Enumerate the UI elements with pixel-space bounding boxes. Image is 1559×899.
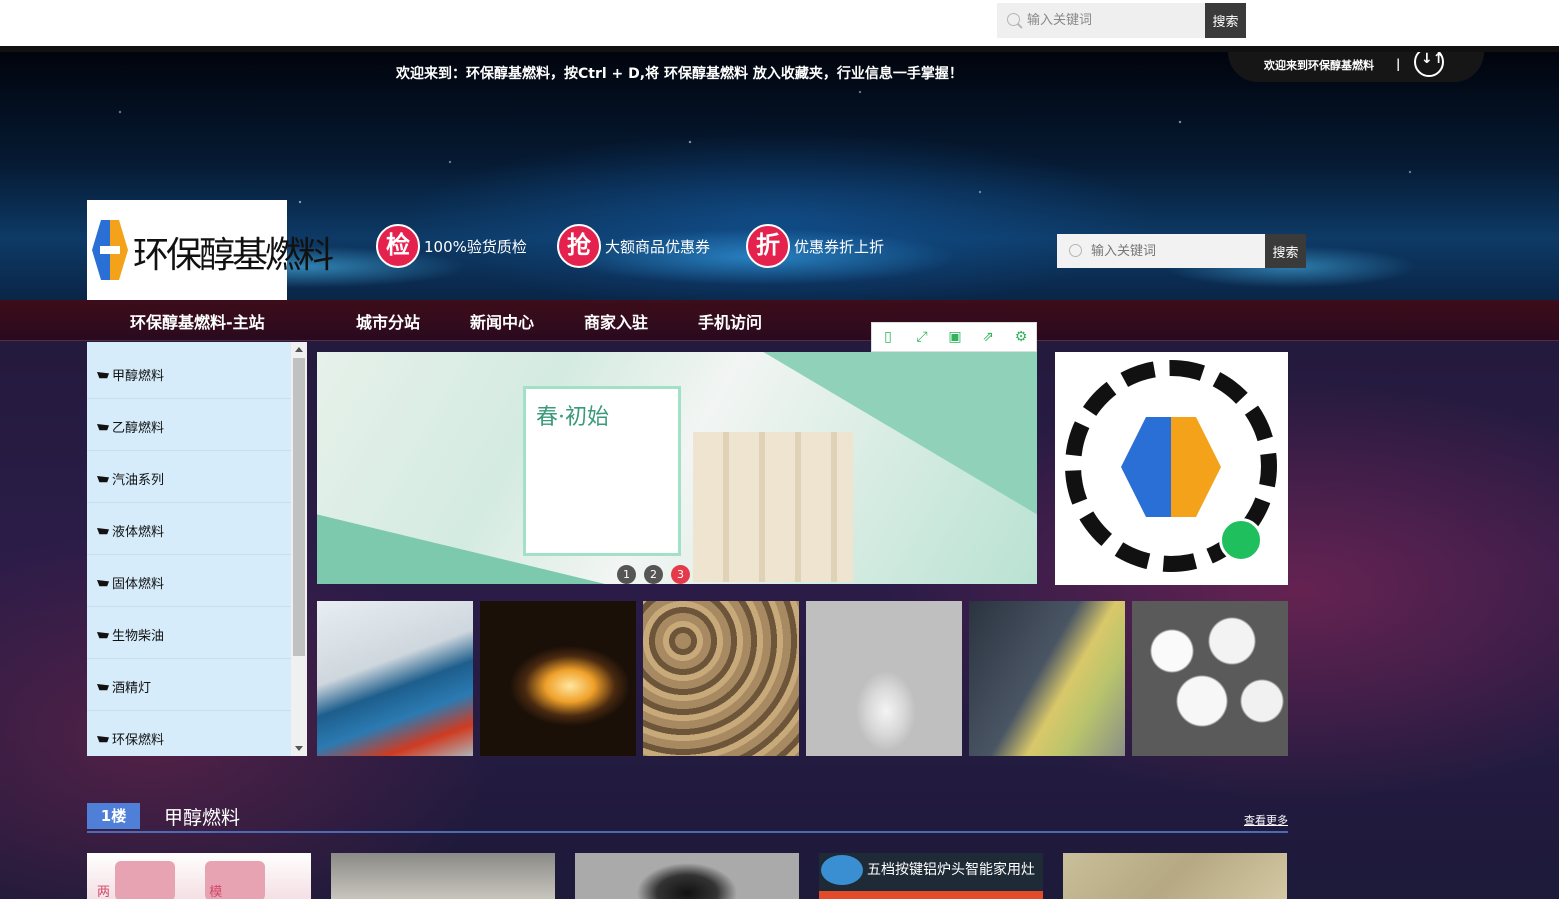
top-bar: 搜索 xyxy=(0,0,1559,46)
sidebar-item-biodiesel[interactable]: 生物柴油 xyxy=(97,625,164,644)
floor-header: 1楼 甲醇燃料 查看更多 xyxy=(87,803,1288,833)
banner-slider[interactable]: 春·初始 123 xyxy=(317,352,1037,584)
header-search-box: 搜索 xyxy=(1057,234,1306,268)
solid-fuel-image[interactable] xyxy=(1132,601,1288,756)
badge-icon: 检 xyxy=(376,224,420,268)
header-search-button[interactable]: 搜索 xyxy=(1265,234,1306,268)
alcohol-lamp-image[interactable] xyxy=(806,601,962,756)
sidebar-item-ethanol[interactable]: 乙醇燃料 xyxy=(97,417,164,436)
product-badge-icon xyxy=(821,855,863,885)
badge-icon: 折 xyxy=(746,224,790,268)
slider-pagination: 123 xyxy=(617,563,698,584)
sidebar-scrollbar[interactable] xyxy=(291,342,307,756)
product-card[interactable] xyxy=(1063,853,1287,899)
welcome-tab-separator: | xyxy=(1396,57,1401,71)
fullscreen-icon[interactable]: ⤢ xyxy=(914,329,930,345)
top-search-box: 搜索 xyxy=(997,3,1246,38)
nav-mobile-access[interactable]: 手机访问 xyxy=(698,309,762,333)
mini-program-icon xyxy=(1219,518,1263,562)
scroll-thumb[interactable] xyxy=(293,358,305,656)
search-icon xyxy=(1069,244,1082,257)
sidebar-item-eco-fuel[interactable]: 环保燃料 xyxy=(97,729,164,748)
cart-icon xyxy=(97,736,109,743)
sidebar-item-solid-fuel[interactable]: 固体燃料 xyxy=(97,573,164,592)
switch-icon[interactable] xyxy=(1414,52,1444,77)
sidebar-item-alcohol-lamp[interactable]: 酒精灯 xyxy=(97,677,151,696)
badge-label: 大额商品优惠券 xyxy=(605,238,711,256)
product-label: 两 模 xyxy=(97,885,223,899)
sidebar-item-methanol[interactable]: 甲醇燃料 xyxy=(97,365,164,384)
welcome-tab-text: 欢迎来到环保醇基燃料 xyxy=(1264,59,1374,72)
badge-icon: 抢 xyxy=(557,224,601,268)
scroll-up-icon[interactable] xyxy=(295,347,303,352)
top-search-button[interactable]: 搜索 xyxy=(1205,3,1246,38)
slider-dot[interactable]: 2 xyxy=(644,565,663,584)
floor-title: 甲醇燃料 xyxy=(164,807,241,829)
view-more-link[interactable]: 查看更多 xyxy=(1244,812,1288,828)
slider-dot-active[interactable]: 3 xyxy=(671,565,690,584)
cart-icon xyxy=(97,684,109,691)
scroll-down-icon[interactable] xyxy=(295,746,303,751)
nav-news-center[interactable]: 新闻中心 xyxy=(470,309,534,333)
site-logo[interactable]: 环保醇基燃料 xyxy=(87,200,334,300)
top-search-input[interactable] xyxy=(1027,3,1202,38)
nav-main-site[interactable]: 环保醇基燃料-主站 xyxy=(130,309,265,333)
floor-number: 1楼 xyxy=(87,803,140,829)
slider-headline: 春·初始 xyxy=(536,405,609,430)
product-card[interactable]: 两 模 xyxy=(87,853,311,899)
cart-icon xyxy=(97,424,109,431)
product-label: 五档按键铝炉头智能家用灶 xyxy=(867,862,1035,878)
cart-icon xyxy=(97,372,109,379)
cart-icon xyxy=(97,580,109,587)
badge-label: 优惠券折上折 xyxy=(794,238,885,256)
fire-image[interactable] xyxy=(480,601,636,756)
share-icon[interactable]: ⇗ xyxy=(980,329,996,345)
cart-icon xyxy=(97,528,109,535)
save-icon[interactable]: ▣ xyxy=(947,329,963,345)
floating-toolbar: ▯ ⤢ ▣ ⇗ ⚙ xyxy=(871,322,1037,352)
pellets-image[interactable] xyxy=(643,601,799,756)
welcome-tab: 欢迎来到环保醇基燃料 | xyxy=(1228,52,1484,82)
product-card[interactable] xyxy=(575,853,799,899)
mini-program-qr-code xyxy=(1055,352,1288,585)
slider-product-image xyxy=(693,432,853,582)
badge-label: 100%验货质检 xyxy=(424,238,527,256)
header-banner: 欢迎来到：环保醇基燃料，按Ctrl + D,将 环保醇基燃料 放入收藏夹，行业信… xyxy=(0,52,1559,300)
logo-mark xyxy=(92,220,128,280)
cart-icon xyxy=(97,476,109,483)
search-icon xyxy=(1007,13,1020,26)
sidebar-item-gasoline[interactable]: 汽油系列 xyxy=(97,469,164,488)
slider-card: 春·初始 xyxy=(523,386,681,556)
fuel-bag-image[interactable] xyxy=(969,601,1125,756)
slider-dot[interactable]: 1 xyxy=(617,565,636,584)
nav-merchant-join[interactable]: 商家入驻 xyxy=(584,309,648,333)
nav-city-branch[interactable]: 城市分站 xyxy=(356,309,420,333)
category-sidebar: 甲醇燃料 乙醇燃料 汽油系列 液体燃料 固体燃料 生物柴油 酒精灯 环保燃料 xyxy=(87,342,307,756)
welcome-text: 欢迎来到：环保醇基燃料，按Ctrl + D,将 环保醇基燃料 放入收藏夹，行业信… xyxy=(396,66,963,82)
sidebar-item-liquid-fuel[interactable]: 液体燃料 xyxy=(97,521,164,540)
main-nav: 环保醇基燃料-主站 城市分站 新闻中心 商家入驻 手机访问 xyxy=(0,300,1559,341)
mobile-icon[interactable]: ▯ xyxy=(880,329,896,345)
product-card[interactable]: 五档按键铝炉头智能家用灶 xyxy=(819,853,1043,899)
logo-text: 环保醇基燃料 xyxy=(133,235,334,276)
header-search-input[interactable] xyxy=(1091,234,1261,268)
settings-icon[interactable]: ⚙ xyxy=(1013,329,1029,345)
cart-icon xyxy=(97,632,109,639)
boiler-image[interactable] xyxy=(317,601,473,756)
product-card[interactable] xyxy=(331,853,555,899)
